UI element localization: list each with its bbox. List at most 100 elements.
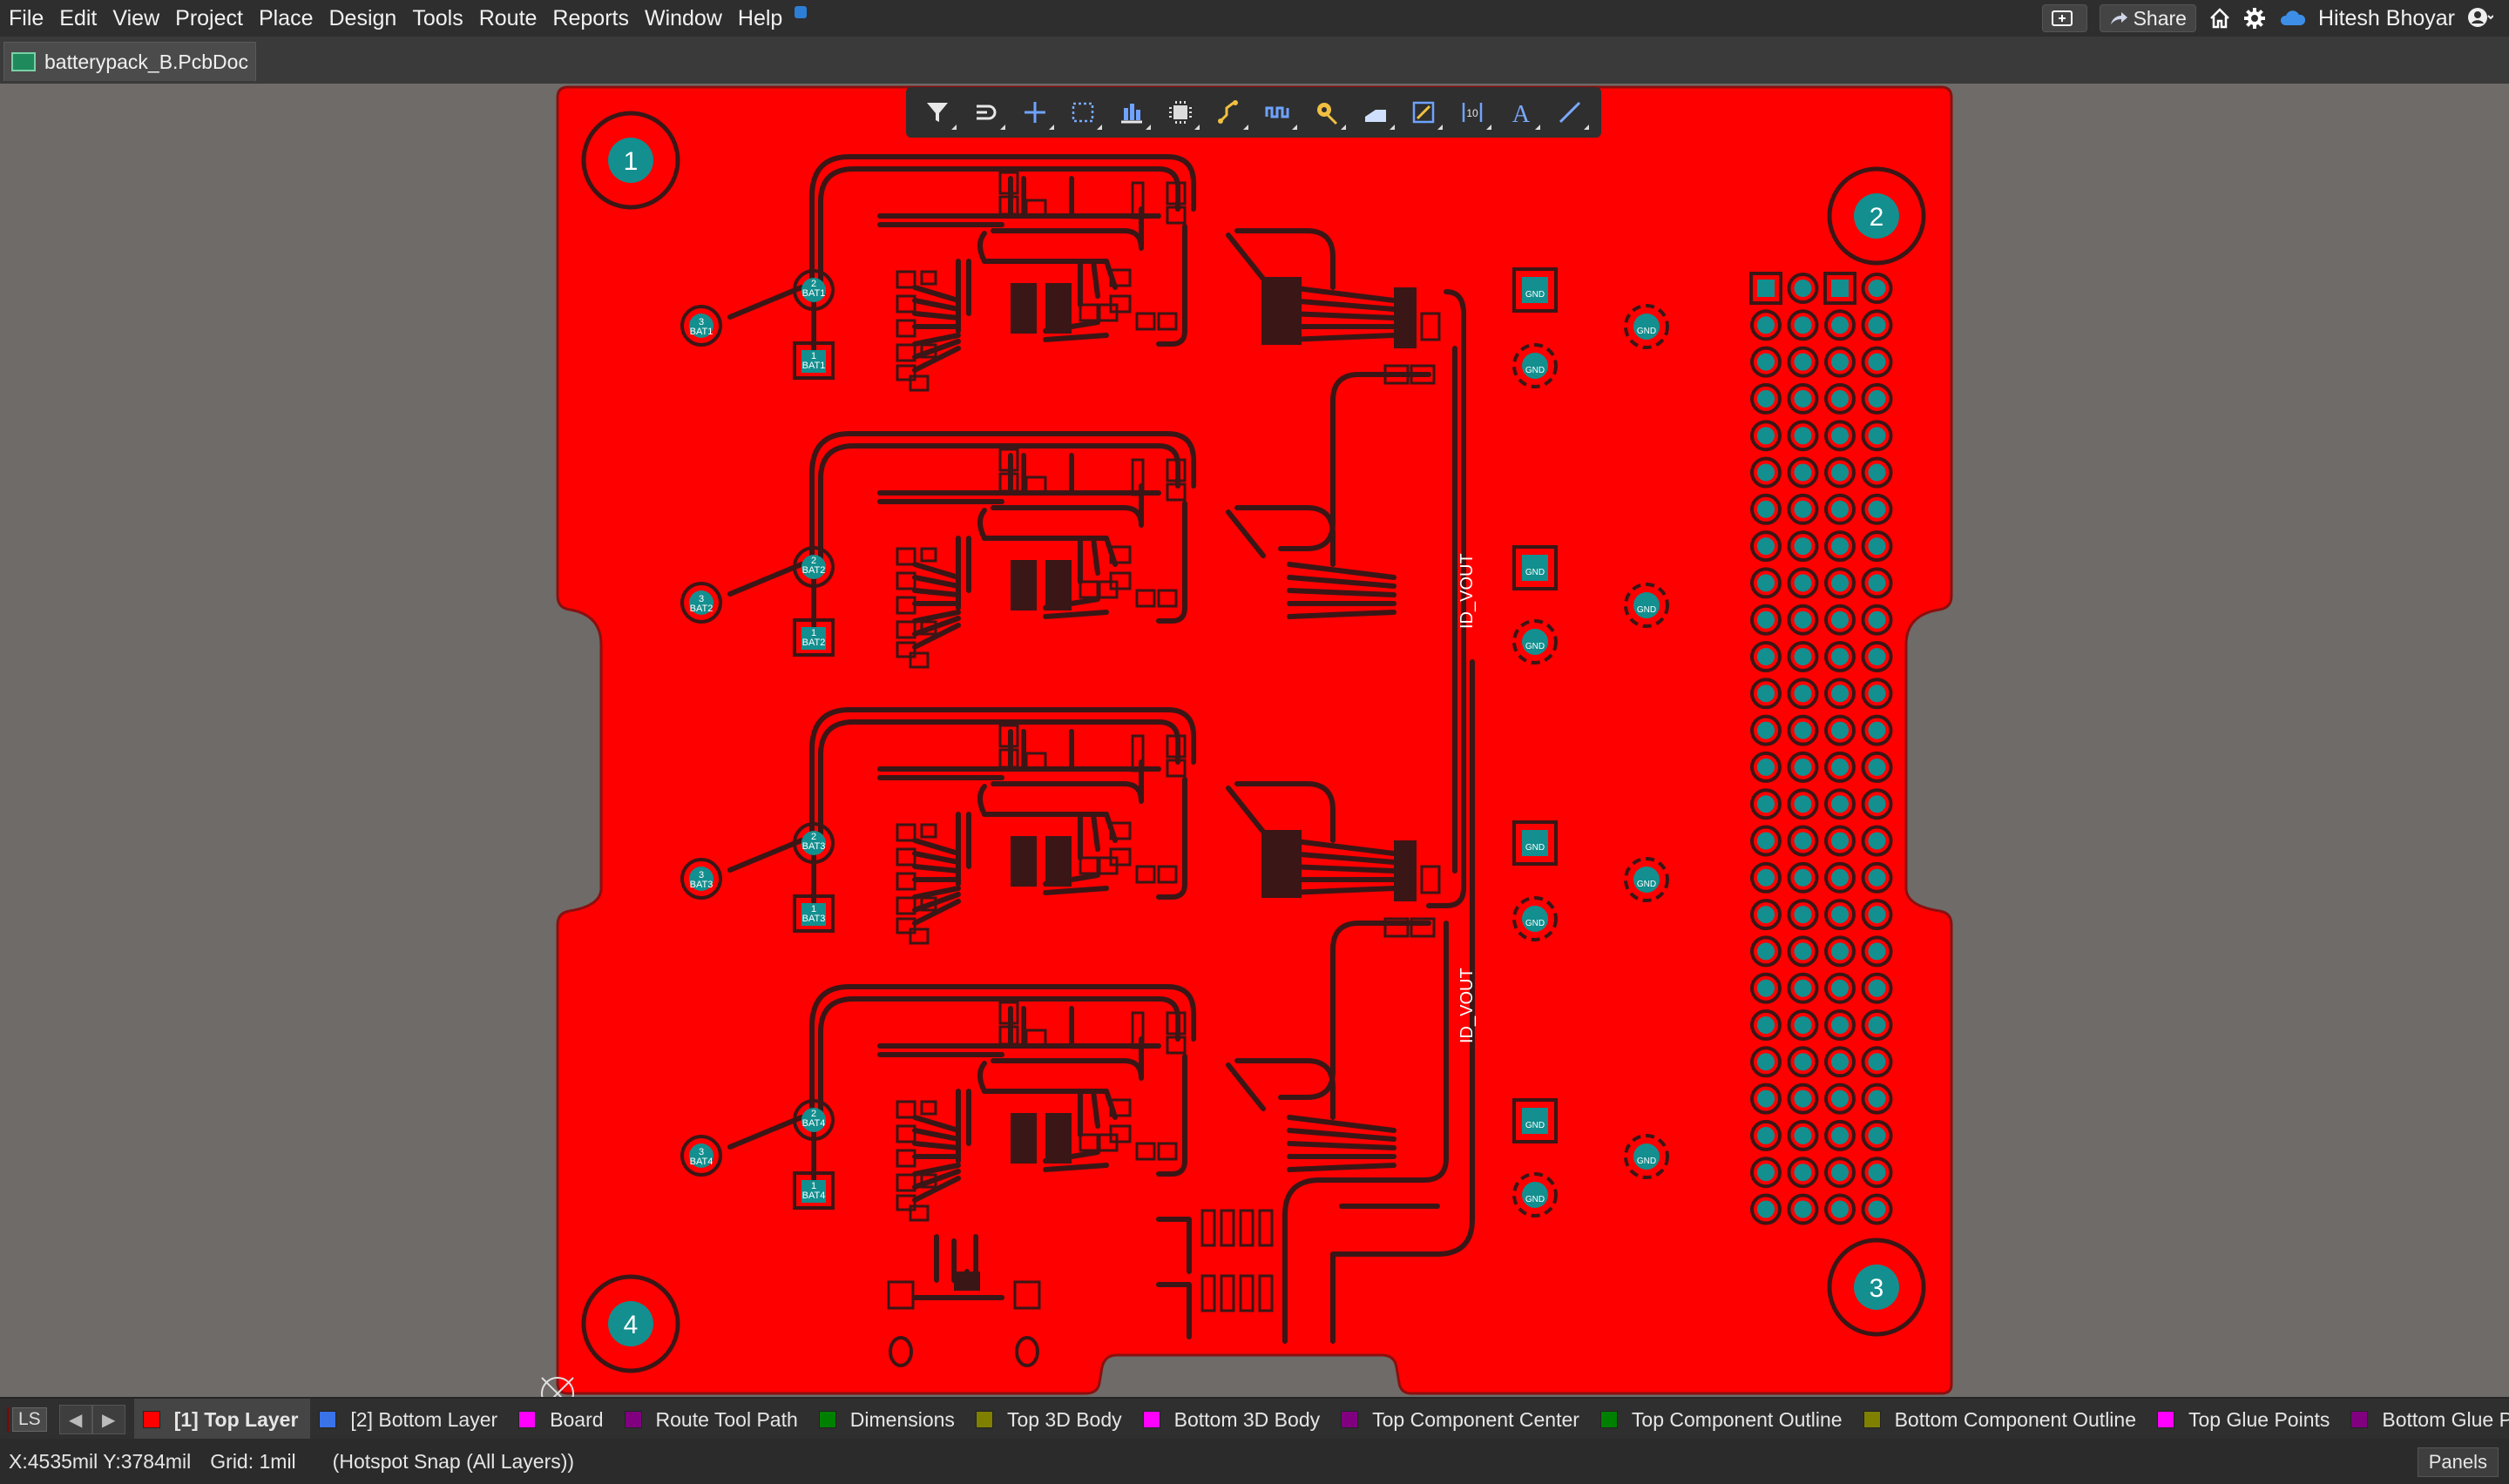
- menu-edit[interactable]: Edit: [54, 6, 102, 31]
- layer-tab[interactable]: Bottom Glue Points: [2342, 1399, 2509, 1440]
- place-fill-button[interactable]: [1356, 93, 1395, 132]
- header-pin: [1794, 610, 1812, 629]
- layer-tab[interactable]: Dimensions: [810, 1399, 967, 1440]
- header-pin: [1757, 906, 1775, 924]
- tune-length-button[interactable]: [1259, 93, 1297, 132]
- header-pin: [1868, 1200, 1886, 1218]
- interactive-route-button[interactable]: [1210, 93, 1248, 132]
- layer-tab[interactable]: Top 3D Body: [967, 1399, 1134, 1440]
- layer-color-swatch: [1599, 1411, 1618, 1428]
- align-button[interactable]: [1112, 93, 1152, 132]
- ic-body: [1261, 830, 1302, 898]
- ic-body: [1261, 277, 1302, 345]
- filter-button[interactable]: [918, 93, 957, 132]
- ic-body: [1011, 283, 1037, 334]
- share-button[interactable]: Share: [2099, 4, 2196, 32]
- gnd-pad-label: GND: [1525, 1195, 1545, 1204]
- pad-net: BAT4: [802, 1191, 826, 1201]
- menu-help[interactable]: Help: [733, 6, 788, 31]
- menu-route[interactable]: Route: [474, 6, 543, 31]
- layer-color-swatch: [518, 1411, 537, 1428]
- header-pin: [1794, 389, 1812, 408]
- header-pin: [1757, 537, 1775, 556]
- pcb-document-icon: [11, 52, 36, 71]
- current-layer-swatch[interactable]: [7, 1407, 9, 1432]
- header-pin: [1831, 389, 1849, 408]
- menu-view[interactable]: View: [107, 6, 165, 31]
- menu-reports[interactable]: Reports: [547, 6, 634, 31]
- status-bar: X:4535mil Y:3784mil Grid: 1mil (Hotspot …: [0, 1439, 2509, 1484]
- place-component-button[interactable]: [1161, 93, 1200, 132]
- header-pin: [1831, 906, 1849, 924]
- cursor-coordinates: X:4535mil Y:3784mil: [9, 1449, 192, 1473]
- layer-tab[interactable]: Top Component Outline: [1592, 1399, 1855, 1440]
- panels-button[interactable]: Panels: [2417, 1447, 2499, 1477]
- header-pin: [1868, 610, 1886, 629]
- layer-tab[interactable]: Bottom 3D Body: [1134, 1399, 1332, 1440]
- menu-project[interactable]: Project: [170, 6, 248, 31]
- route-select-icon: [976, 105, 997, 120]
- layer-tab[interactable]: [1] Top Layer: [133, 1399, 311, 1440]
- header-pin: [1794, 316, 1812, 334]
- menu-design[interactable]: Design: [324, 6, 402, 31]
- new-window-button[interactable]: [2041, 4, 2087, 32]
- layer-tab[interactable]: Route Tool Path: [616, 1399, 810, 1440]
- home-icon[interactable]: [2208, 7, 2231, 30]
- header-pin: [1794, 906, 1812, 924]
- crosshair-button[interactable]: [1016, 93, 1054, 132]
- header-pin: [1794, 463, 1812, 482]
- layer-next-button[interactable]: ▶: [91, 1405, 125, 1434]
- place-text-button[interactable]: A: [1502, 93, 1541, 132]
- gear-icon[interactable]: [2243, 7, 2266, 30]
- pad-net: BAT1: [802, 361, 826, 371]
- account-icon[interactable]: [2467, 6, 2493, 30]
- header-pin: [1757, 795, 1775, 813]
- place-line-button[interactable]: [1551, 93, 1589, 132]
- header-pin: [1831, 979, 1849, 997]
- ic-body: [1045, 560, 1072, 610]
- gnd-pad-label: GND: [1637, 1157, 1656, 1166]
- menu-file[interactable]: File: [3, 6, 49, 31]
- line-icon: [1559, 101, 1580, 124]
- layer-tab[interactable]: [2] Bottom Layer: [310, 1399, 510, 1440]
- header-pin: [1831, 610, 1849, 629]
- header-pin: [1757, 389, 1775, 408]
- pcb-canvas[interactable]: 1 2 3 4 ID_VOUT ID_VOUT 3 BAT1 2 BAT1 1 …: [0, 84, 2509, 1397]
- select-area-icon: [1072, 102, 1094, 123]
- place-string-button[interactable]: 10: [1453, 93, 1492, 132]
- layer-tab[interactable]: Board: [510, 1399, 615, 1440]
- layer-tab[interactable]: Bottom Component Outline: [1855, 1399, 2148, 1440]
- header-pin: [1794, 500, 1812, 518]
- header-pin: [1868, 574, 1886, 592]
- pad-net: BAT1: [802, 288, 826, 299]
- layer-prev-button[interactable]: ◀: [58, 1405, 92, 1434]
- route-select-button[interactable]: [967, 93, 1005, 132]
- header-pin: [1868, 942, 1886, 961]
- header-pin: [1794, 868, 1812, 887]
- menu-window[interactable]: Window: [639, 6, 727, 31]
- gnd-pad-label: GND: [1525, 290, 1545, 300]
- place-via-button[interactable]: [1308, 93, 1346, 132]
- place-polygon-button[interactable]: [1404, 93, 1444, 132]
- layer-color-swatch: [975, 1411, 993, 1428]
- header-pin: [1794, 648, 1812, 665]
- select-area-button[interactable]: [1064, 93, 1103, 132]
- menu-place[interactable]: Place: [254, 6, 319, 31]
- layer-tab[interactable]: Top Component Center: [1332, 1399, 1592, 1440]
- header-pin: [1794, 574, 1812, 592]
- header-pin: [1757, 1089, 1775, 1108]
- user-name[interactable]: Hitesh Bhoyar: [2318, 6, 2455, 31]
- ic-body: [1011, 1113, 1037, 1164]
- header-pin: [1757, 942, 1775, 961]
- header-pin: [1757, 574, 1775, 592]
- header-pin: [1794, 832, 1812, 850]
- document-tab[interactable]: batterypack_B.PcbDoc: [3, 42, 256, 81]
- header-pin: [1831, 685, 1849, 703]
- menu-tools[interactable]: Tools: [407, 6, 468, 31]
- layer-tab[interactable]: Top Glue Points: [2148, 1399, 2342, 1440]
- layer-tab-label: Dimensions: [849, 1407, 955, 1431]
- layer-set-button[interactable]: LS: [12, 1407, 47, 1432]
- header-pin: [1757, 758, 1775, 776]
- pad-net: BAT3: [802, 914, 826, 924]
- document-tab-label: batterypack_B.PcbDoc: [44, 50, 248, 73]
